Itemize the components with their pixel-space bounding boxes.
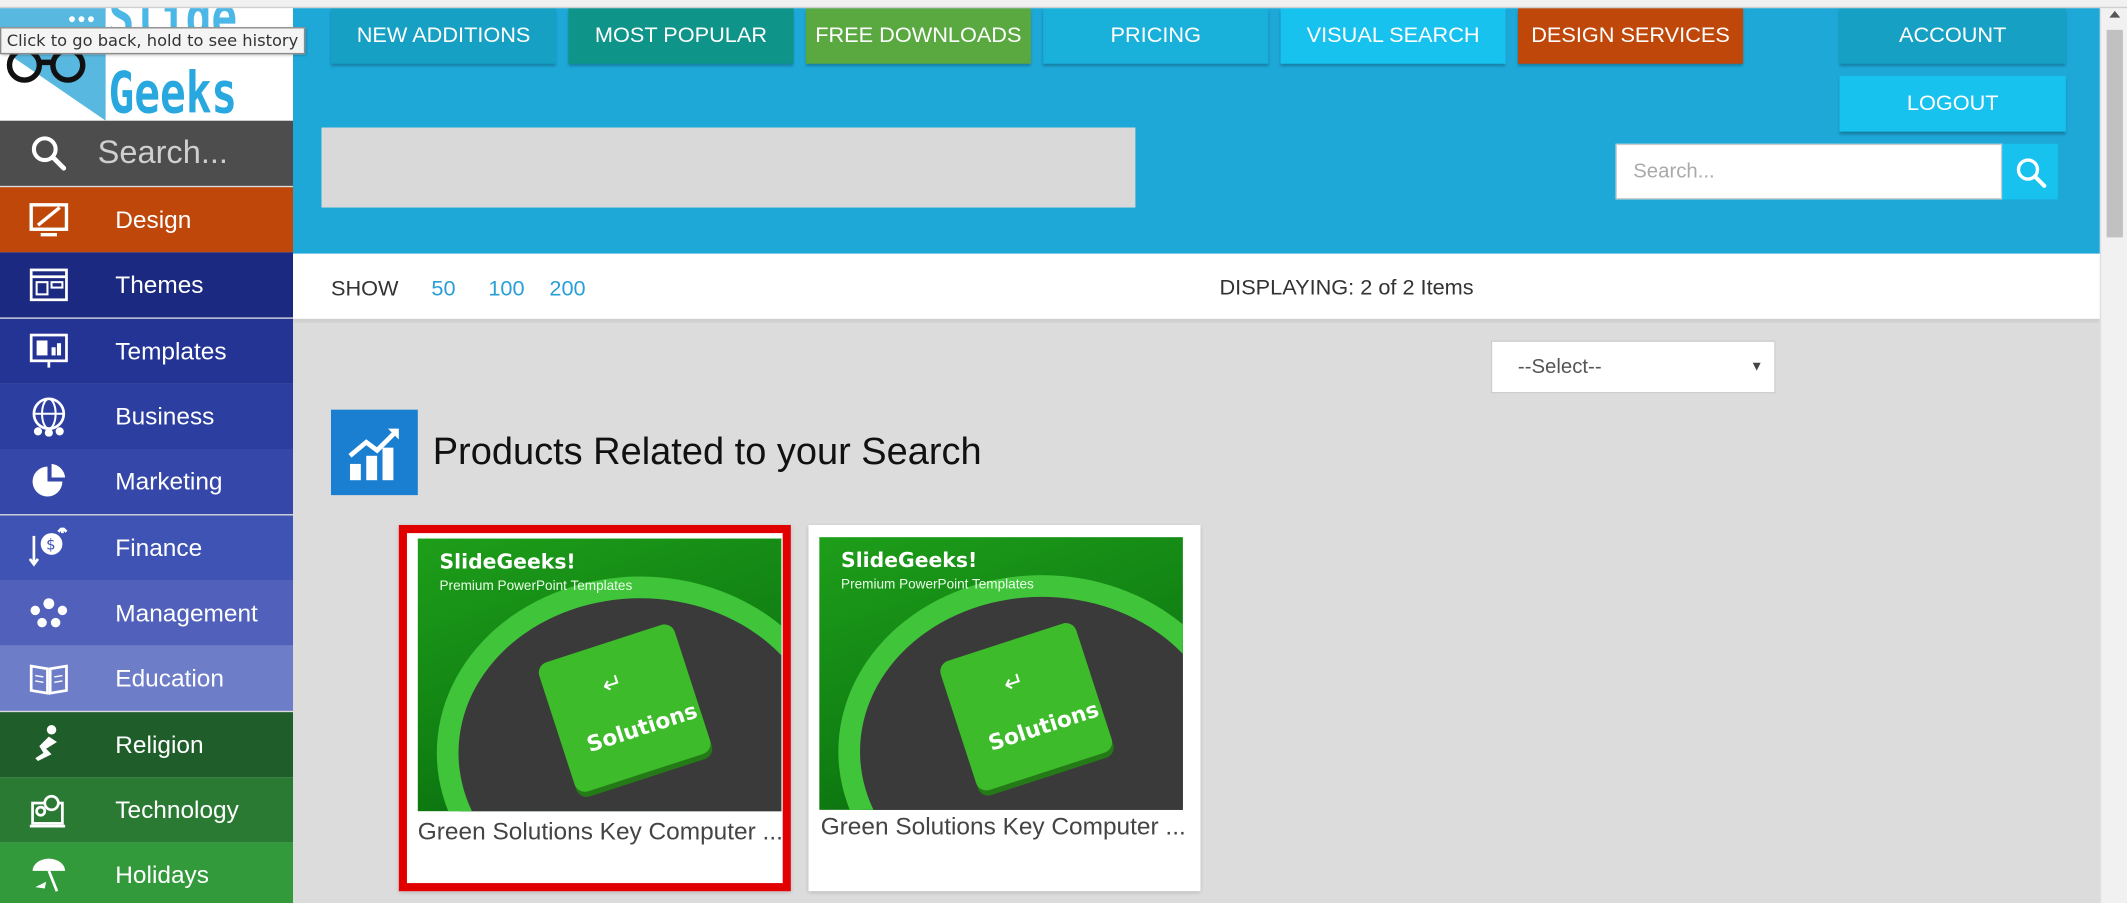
sidebar: ●●● Slide Geeks Click to go back, hold t… bbox=[0, 0, 306, 903]
nav-design-services[interactable]: DESIGN SERVICES bbox=[1517, 8, 1744, 64]
sidebar-item-themes[interactable]: Themes bbox=[0, 252, 294, 318]
product-card[interactable]: SlideGeeks! Premium PowerPoint Templates… bbox=[808, 524, 1201, 892]
sidebar-item-label: Finance bbox=[115, 533, 203, 561]
back-tooltip: Click to go back, hold to see history bbox=[0, 27, 306, 55]
logo-word-geeks: Geeks bbox=[108, 59, 238, 121]
show-label: SHOW bbox=[330, 278, 399, 302]
sidebar-item-holidays[interactable]: Holidays bbox=[0, 842, 294, 903]
thumbnail-tagline: Premium PowerPoint Templates bbox=[439, 579, 633, 595]
templates-icon bbox=[0, 331, 98, 372]
sidebar-item-templates[interactable]: Templates bbox=[0, 318, 294, 384]
ad-banner-placeholder bbox=[321, 127, 1136, 208]
nav-visual-search[interactable]: VISUAL SEARCH bbox=[1280, 8, 1506, 64]
sidebar-search-placeholder: Search... bbox=[97, 134, 228, 171]
finance-icon: $ bbox=[0, 527, 98, 569]
nav-account[interactable]: ACCOUNT bbox=[1839, 8, 2066, 64]
sidebar-item-technology[interactable]: Technology bbox=[0, 777, 294, 843]
business-icon bbox=[0, 396, 98, 437]
sidebar-item-label: Templates bbox=[115, 337, 227, 365]
page-size-100[interactable]: 100 bbox=[488, 278, 524, 302]
page-size-50[interactable]: 50 bbox=[431, 278, 455, 302]
product-title[interactable]: Green Solutions Key Computer ... bbox=[821, 813, 1185, 841]
logo-dots: ●●● bbox=[67, 12, 97, 28]
results-count: DISPLAYING: 2 of 2 Items bbox=[1219, 276, 1474, 300]
product-card[interactable]: SlideGeeks! Premium PowerPoint Templates… bbox=[398, 524, 791, 892]
technology-icon bbox=[0, 789, 98, 830]
thumbnail-brand: SlideGeeks! bbox=[439, 549, 576, 574]
product-thumbnail[interactable]: SlideGeeks! Premium PowerPoint Templates… bbox=[417, 538, 782, 812]
svg-text:$: $ bbox=[46, 535, 55, 553]
logo[interactable]: ●●● Slide Geeks bbox=[0, 0, 294, 121]
page-size-200[interactable]: 200 bbox=[549, 278, 585, 302]
education-icon bbox=[0, 658, 98, 699]
sidebar-item-label: Themes bbox=[115, 270, 204, 298]
sidebar-item-label: Education bbox=[115, 664, 224, 692]
nav-free-downloads[interactable]: FREE DOWNLOADS bbox=[805, 8, 1031, 64]
religion-icon bbox=[0, 724, 98, 765]
sidebar-item-label: Holidays bbox=[115, 860, 209, 888]
sidebar-item-business[interactable]: Business bbox=[0, 383, 294, 450]
enter-arrow-icon: ↵ bbox=[1000, 666, 1028, 699]
sidebar-item-finance[interactable]: $ Finance bbox=[0, 515, 294, 581]
growth-chart-icon bbox=[330, 409, 418, 496]
sidebar-item-label: Religion bbox=[115, 730, 204, 758]
sidebar-item-design[interactable]: Design bbox=[0, 187, 294, 253]
results-toolbar: SHOW 50 100 200 DISPLAYING: 2 of 2 Items bbox=[293, 253, 2100, 321]
sidebar-search[interactable]: Search... bbox=[0, 120, 294, 186]
logout-button[interactable]: LOGOUT bbox=[1839, 75, 2066, 132]
management-icon bbox=[0, 593, 98, 634]
scroll-up-arrow-icon[interactable] bbox=[2109, 10, 2121, 18]
header: NEW ADDITIONS MOST POPULAR FREE DOWNLOAD… bbox=[293, 0, 2100, 254]
design-icon bbox=[0, 199, 98, 240]
section-title: Products Related to your Search bbox=[432, 430, 982, 473]
sidebar-item-label: Design bbox=[115, 205, 192, 233]
themes-icon bbox=[0, 265, 98, 306]
chevron-down-icon: ▼ bbox=[1750, 359, 1764, 375]
header-search-input[interactable]: Search... bbox=[1615, 143, 2003, 200]
sidebar-item-marketing[interactable]: Marketing bbox=[0, 449, 294, 515]
nav-new-additions[interactable]: NEW ADDITIONS bbox=[330, 8, 557, 64]
sort-select-value: --Select-- bbox=[1517, 355, 1602, 379]
thumbnail-tagline: Premium PowerPoint Templates bbox=[841, 577, 1034, 593]
browser-top-strip bbox=[0, 0, 2127, 9]
key-label: Solutions bbox=[583, 697, 701, 758]
nav-pricing[interactable]: PRICING bbox=[1043, 8, 1269, 64]
sidebar-item-label: Management bbox=[115, 598, 258, 627]
sort-select[interactable]: --Select-- ▼ bbox=[1490, 340, 1776, 394]
nav-most-popular[interactable]: MOST POPULAR bbox=[568, 8, 794, 64]
page-scrollbar[interactable] bbox=[2099, 0, 2127, 903]
sidebar-item-education[interactable]: Education bbox=[0, 645, 294, 711]
scrollbar-thumb[interactable] bbox=[2106, 29, 2123, 238]
header-search-button[interactable] bbox=[2002, 143, 2058, 200]
thumbnail-brand: SlideGeeks! bbox=[841, 548, 978, 573]
sidebar-item-religion[interactable]: Religion bbox=[0, 712, 294, 778]
sidebar-item-management[interactable]: Management bbox=[0, 580, 294, 646]
search-icon bbox=[2016, 157, 2046, 188]
product-title[interactable]: Green Solutions Key Computer ... bbox=[418, 818, 782, 846]
product-thumbnail[interactable]: SlideGeeks! Premium PowerPoint Templates… bbox=[819, 537, 1183, 810]
holidays-icon bbox=[0, 855, 98, 896]
sidebar-item-label: Marketing bbox=[115, 467, 223, 495]
enter-arrow-icon: ↵ bbox=[598, 667, 627, 700]
search-icon bbox=[0, 134, 98, 172]
marketing-icon bbox=[0, 461, 98, 502]
sidebar-item-label: Business bbox=[115, 402, 215, 430]
sidebar-item-label: Technology bbox=[115, 795, 239, 823]
key-label: Solutions bbox=[985, 696, 1102, 757]
